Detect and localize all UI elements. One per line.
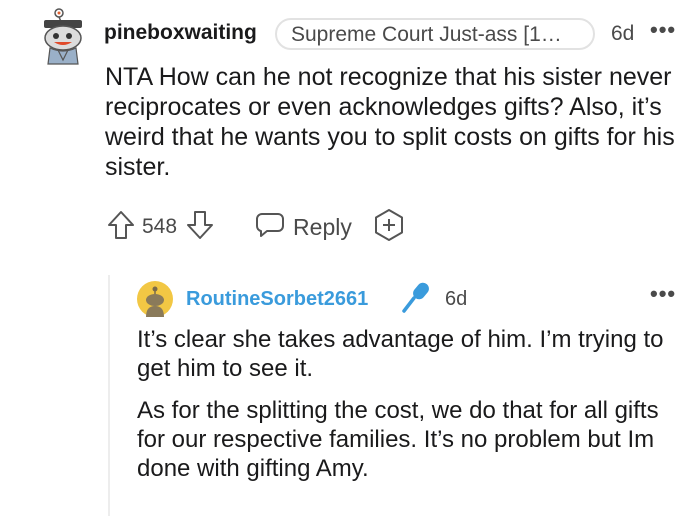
reply-age: 6d (445, 288, 468, 310)
comment-body: NTA How can he not recognize that his si… (105, 62, 685, 182)
downvote-arrow-icon[interactable] (185, 209, 215, 246)
reply-body: It’s clear she takes advantage of him. I… (137, 325, 677, 496)
snoo-avatar-icon[interactable] (38, 8, 88, 66)
comment-actions: 548 Reply (106, 207, 406, 247)
reply-button[interactable]: Reply (255, 211, 352, 244)
plus-award-icon (372, 208, 406, 247)
comment-author[interactable]: pineboxwaiting (104, 21, 257, 45)
upvote-arrow-icon[interactable] (106, 209, 136, 246)
comment-text: NTA How can he not recognize that his si… (105, 63, 675, 181)
more-options-button[interactable]: ••• (650, 17, 676, 43)
speech-bubble-icon (255, 211, 285, 244)
microphone-icon (398, 279, 434, 315)
award-button[interactable] (372, 208, 406, 247)
snoo-avatar-icon[interactable] (137, 281, 173, 317)
reply-author[interactable]: RoutineSorbet2661 (186, 288, 368, 311)
thread-line[interactable] (108, 275, 110, 516)
reply-paragraph: As for the splitting the cost, we do tha… (137, 397, 659, 482)
user-flair: Supreme Court Just-ass [1… (275, 18, 595, 50)
more-options-button[interactable]: ••• (650, 281, 676, 307)
comment-age: 6d (611, 22, 635, 45)
vote-score: 548 (142, 215, 178, 238)
reply-label: Reply (293, 213, 352, 240)
reply-paragraph: It’s clear she takes advantage of him. I… (137, 326, 664, 382)
